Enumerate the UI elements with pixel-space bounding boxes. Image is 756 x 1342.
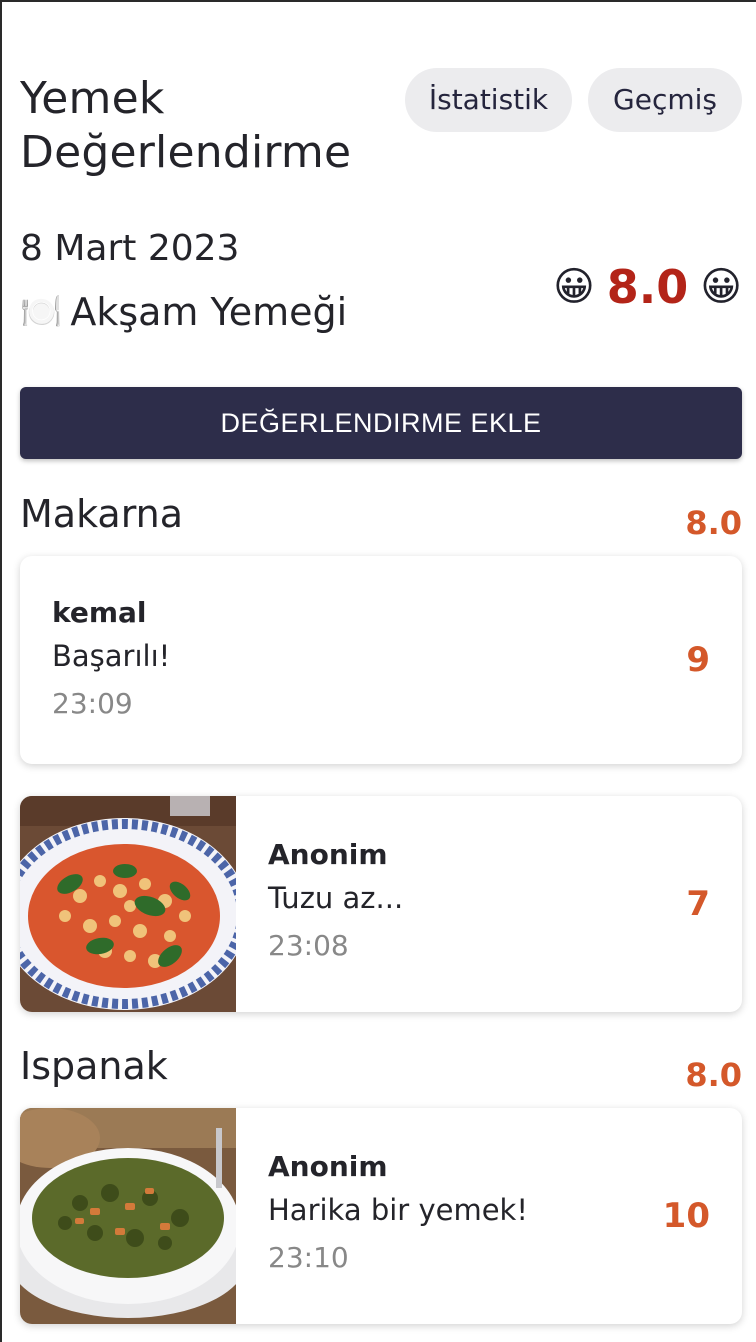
review-body: Anonim Tuzu az... 23:08	[268, 836, 403, 970]
spinach-stew-photo	[20, 1108, 236, 1324]
review-user: kemal	[52, 596, 147, 629]
section-title-ispanak: Ispanak	[20, 1044, 168, 1088]
smile-emoji-icon: 😀	[553, 264, 595, 310]
review-comment: Harika bir yemek!	[268, 1193, 528, 1227]
review-rating: 7	[686, 884, 710, 924]
history-button[interactable]: Geçmiş	[588, 68, 742, 132]
overall-score: 😀 8.0 😀	[553, 260, 742, 314]
review-card[interactable]: Anonim Harika bir yemek! 23:10 10	[20, 1108, 742, 1324]
pasta-with-spinach-photo	[20, 796, 236, 1012]
meal-date: 8 Mart 2023	[20, 228, 240, 269]
review-user: Anonim	[268, 838, 388, 871]
review-comment: Başarılı!	[52, 639, 171, 673]
review-time: 23:09	[52, 687, 133, 720]
review-rating: 9	[686, 640, 710, 680]
statistics-button[interactable]: İstatistik	[405, 68, 572, 132]
review-time: 23:08	[268, 929, 349, 962]
review-rating: 10	[662, 1196, 710, 1236]
meal-type: 🍽️ Akşam Yemeği	[20, 290, 347, 334]
review-card[interactable]: Anonim Tuzu az... 23:08 7	[20, 796, 742, 1012]
meal-name: Akşam Yemeği	[70, 290, 348, 334]
review-comment: Tuzu az...	[268, 881, 404, 915]
header: Yemek Değerlendirme İstatistik Geçmiş	[20, 68, 742, 182]
review-time: 23:10	[268, 1241, 349, 1274]
review-body: Anonim Harika bir yemek! 23:10	[268, 1148, 528, 1282]
page-title: Yemek Değerlendirme	[20, 73, 352, 178]
section-title-makarna: Makarna	[20, 492, 184, 536]
section-score-makarna: 8.0	[685, 504, 742, 542]
add-review-button[interactable]: DEĞERLENDIRME EKLE	[20, 387, 742, 459]
smile-emoji-icon: 😀	[700, 264, 742, 310]
review-card[interactable]: kemal Başarılı! 23:09 9	[20, 556, 742, 764]
plate-cutlery-icon: 🍽️	[20, 292, 63, 332]
overall-score-value: 8.0	[606, 260, 689, 314]
section-score-ispanak: 8.0	[685, 1056, 742, 1094]
review-body: kemal Başarılı! 23:09	[52, 594, 170, 728]
review-user: Anonim	[268, 1150, 388, 1183]
